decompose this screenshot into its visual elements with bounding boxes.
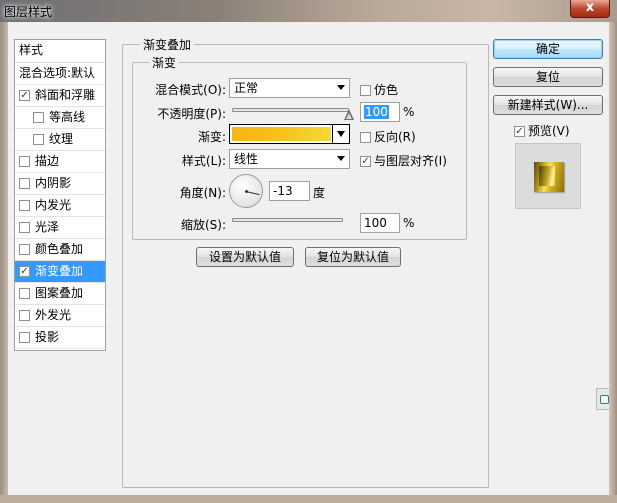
reverse-label: 反向(R) bbox=[374, 130, 416, 144]
scale-label: 缩放(S): bbox=[180, 218, 226, 232]
dither-label: 仿色 bbox=[374, 83, 399, 97]
style-list-item[interactable]: 渐变叠加 bbox=[15, 261, 105, 283]
opacity-unit: % bbox=[403, 105, 415, 119]
angle-dial-center bbox=[245, 190, 248, 193]
style-list-item[interactable]: 斜面和浮雕 bbox=[15, 85, 105, 107]
style-list-item-label: 等高线 bbox=[49, 110, 86, 124]
style-preview-swatch bbox=[534, 162, 564, 192]
opacity-value: 100 bbox=[364, 105, 389, 119]
new-style-button[interactable]: 新建样式(W)... bbox=[493, 95, 603, 115]
blending-options-item[interactable]: 混合选项:默认 bbox=[15, 63, 105, 85]
style-list-item[interactable]: 投影 bbox=[15, 327, 105, 349]
style-list-item[interactable]: 光泽 bbox=[15, 217, 105, 239]
gradient-style-select[interactable]: 线性 bbox=[229, 149, 350, 169]
scale-slider-track[interactable] bbox=[232, 218, 343, 222]
style-list-checkbox[interactable] bbox=[19, 332, 30, 343]
style-label: 样式(L): bbox=[181, 154, 226, 168]
style-list-item-label: 投影 bbox=[35, 330, 60, 344]
style-list-item-label: 斜面和浮雕 bbox=[35, 88, 96, 102]
chevron-down-icon bbox=[337, 156, 345, 161]
dither-check[interactable] bbox=[360, 85, 371, 96]
reverse-checkbox[interactable]: 反向(R) bbox=[360, 128, 416, 145]
style-list-item-label: 颜色叠加 bbox=[35, 242, 84, 256]
window-title: 图层样式 bbox=[4, 5, 53, 19]
blend-mode-label: 混合模式(O): bbox=[155, 83, 226, 97]
group-title: 渐变 bbox=[149, 54, 180, 71]
window-frame-bottom bbox=[0, 495, 617, 503]
style-list-checkbox[interactable] bbox=[19, 90, 30, 101]
style-list-item[interactable]: 等高线 bbox=[15, 107, 105, 129]
style-list-checkbox[interactable] bbox=[33, 112, 44, 123]
style-list-item[interactable]: 纹理 bbox=[15, 129, 105, 151]
align-with-layer-checkbox[interactable]: 与图层对齐(I) bbox=[360, 152, 447, 169]
style-list-item-label: 内发光 bbox=[35, 198, 72, 212]
preview-checkbox[interactable]: 预览(V) bbox=[514, 122, 570, 139]
opacity-slider-thumb[interactable] bbox=[344, 109, 354, 120]
style-list-checkbox[interactable] bbox=[33, 134, 44, 145]
align-check[interactable] bbox=[360, 156, 371, 167]
opacity-slider-track[interactable] bbox=[232, 108, 349, 112]
window-frame-right bbox=[609, 22, 617, 503]
scale-value: 100 bbox=[364, 216, 387, 230]
close-button[interactable]: x bbox=[570, 0, 610, 18]
gradient-swatch[interactable] bbox=[232, 127, 331, 141]
angle-unit: 度 bbox=[313, 186, 326, 200]
side-panel-tab-icon[interactable] bbox=[596, 388, 609, 410]
style-list-item-label: 纹理 bbox=[49, 132, 74, 146]
style-list-checkbox[interactable] bbox=[19, 266, 30, 277]
style-list-header[interactable]: 样式 bbox=[15, 40, 105, 63]
style-list-item[interactable]: 内阴影 bbox=[15, 173, 105, 195]
scale-input[interactable]: 100 bbox=[360, 213, 400, 233]
style-list-checkbox[interactable] bbox=[19, 156, 30, 167]
reverse-check[interactable] bbox=[360, 132, 371, 143]
gradient-picker[interactable] bbox=[229, 124, 350, 144]
gradient-style-value: 线性 bbox=[234, 152, 259, 166]
angle-dial[interactable] bbox=[229, 174, 263, 208]
make-default-button[interactable]: 设置为默认值 bbox=[196, 247, 294, 267]
style-list-item[interactable]: 描边 bbox=[15, 151, 105, 173]
blend-mode-value: 正常 bbox=[234, 81, 259, 95]
opacity-input[interactable]: 100 bbox=[360, 102, 400, 122]
chevron-down-icon bbox=[337, 85, 345, 90]
gradient-label: 渐变: bbox=[197, 130, 226, 144]
style-list-item-label: 图案叠加 bbox=[35, 286, 84, 300]
preview-check[interactable] bbox=[514, 126, 525, 137]
style-list-item-label: 渐变叠加 bbox=[35, 264, 84, 278]
dither-checkbox[interactable]: 仿色 bbox=[360, 81, 398, 98]
style-list-checkbox[interactable] bbox=[19, 244, 30, 255]
title-bar[interactable]: 图层样式 x bbox=[0, 0, 617, 22]
style-list-checkbox[interactable] bbox=[19, 200, 30, 211]
angle-value: -13 bbox=[273, 184, 293, 198]
align-label: 与图层对齐(I) bbox=[374, 154, 447, 168]
style-list-item[interactable]: 图案叠加 bbox=[15, 283, 105, 305]
angle-input[interactable]: -13 bbox=[269, 181, 310, 201]
blend-mode-select[interactable]: 正常 bbox=[229, 78, 350, 98]
style-list-checkbox[interactable] bbox=[19, 222, 30, 233]
section-title: 渐变叠加 bbox=[140, 36, 195, 53]
style-list-item-label: 光泽 bbox=[35, 220, 60, 234]
style-list-item[interactable]: 内发光 bbox=[15, 195, 105, 217]
style-list-checkbox[interactable] bbox=[19, 310, 30, 321]
style-list-item-label: 外发光 bbox=[35, 308, 72, 322]
style-list-item-label: 内阴影 bbox=[35, 176, 72, 190]
ok-button[interactable]: 确定 bbox=[493, 39, 603, 59]
reset-button[interactable]: 复位 bbox=[493, 67, 603, 87]
window-frame-left bbox=[0, 22, 8, 503]
gradient-dropdown-button[interactable] bbox=[332, 125, 349, 143]
angle-label: 角度(N): bbox=[179, 186, 226, 200]
preview-label: 预览(V) bbox=[528, 124, 570, 138]
style-list-item[interactable]: 外发光 bbox=[15, 305, 105, 327]
scale-unit: % bbox=[403, 216, 415, 230]
opacity-label: 不透明度(P): bbox=[157, 107, 226, 121]
style-list-item[interactable]: 颜色叠加 bbox=[15, 239, 105, 261]
style-list: 样式 混合选项:默认 斜面和浮雕等高线纹理描边内阴影内发光光泽颜色叠加渐变叠加图… bbox=[14, 39, 106, 351]
style-list-checkbox[interactable] bbox=[19, 178, 30, 189]
style-list-item-label: 描边 bbox=[35, 154, 60, 168]
dialog-client-area: 样式 混合选项:默认 斜面和浮雕等高线纹理描边内阴影内发光光泽颜色叠加渐变叠加图… bbox=[8, 22, 609, 495]
reset-default-button[interactable]: 复位为默认值 bbox=[305, 247, 401, 267]
style-list-checkbox[interactable] bbox=[19, 288, 30, 299]
style-preview bbox=[515, 143, 581, 209]
